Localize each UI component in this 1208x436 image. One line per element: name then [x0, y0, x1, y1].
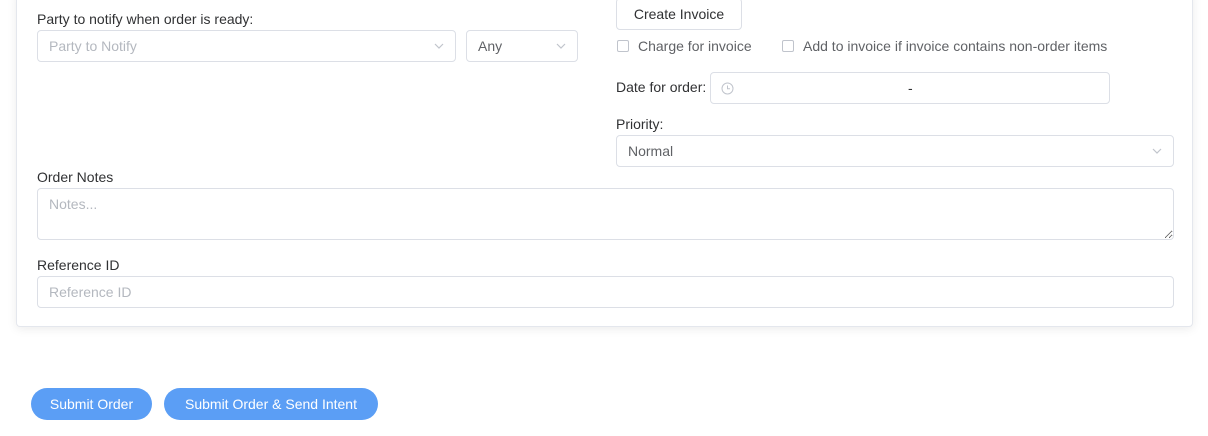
- priority-select[interactable]: Normal: [616, 135, 1174, 167]
- chevron-down-icon: [556, 43, 566, 49]
- party-to-notify-placeholder: Party to Notify: [49, 38, 137, 54]
- party-to-notify-select[interactable]: Party to Notify: [37, 30, 456, 62]
- charge-for-invoice-checkbox[interactable]: [617, 40, 629, 52]
- add-to-invoice-label: Add to invoice if invoice contains non-o…: [803, 38, 1108, 54]
- add-to-invoice-checkbox[interactable]: [782, 40, 794, 52]
- order-notes-label: Order Notes: [37, 169, 114, 185]
- date-range-separator: -: [908, 80, 913, 96]
- create-invoice-label: Create Invoice: [633, 6, 725, 22]
- chevron-down-icon: [1152, 148, 1162, 154]
- notify-label: Party to notify when order is ready:: [37, 11, 254, 27]
- submit-order-button[interactable]: Submit Order: [31, 388, 152, 420]
- priority-value: Normal: [628, 143, 674, 159]
- notify-scope-value: Any: [478, 38, 503, 54]
- reference-id-input[interactable]: [37, 276, 1174, 308]
- chevron-down-icon: [434, 43, 444, 49]
- date-for-order-label: Date for order:: [616, 79, 707, 95]
- submit-order-send-intent-label: Submit Order & Send Intent: [185, 396, 357, 412]
- submit-order-label: Submit Order: [49, 396, 134, 412]
- create-invoice-button[interactable]: Create Invoice: [616, 0, 742, 30]
- order-notes-textarea[interactable]: [37, 188, 1174, 240]
- submit-order-send-intent-button[interactable]: Submit Order & Send Intent: [164, 388, 378, 420]
- clock-icon: [721, 82, 734, 94]
- reference-id-label: Reference ID: [37, 257, 120, 273]
- charge-for-invoice-label: Charge for invoice: [638, 38, 752, 54]
- notify-scope-select[interactable]: Any: [466, 30, 578, 62]
- priority-label: Priority:: [616, 116, 664, 132]
- date-range-picker[interactable]: -: [710, 72, 1110, 104]
